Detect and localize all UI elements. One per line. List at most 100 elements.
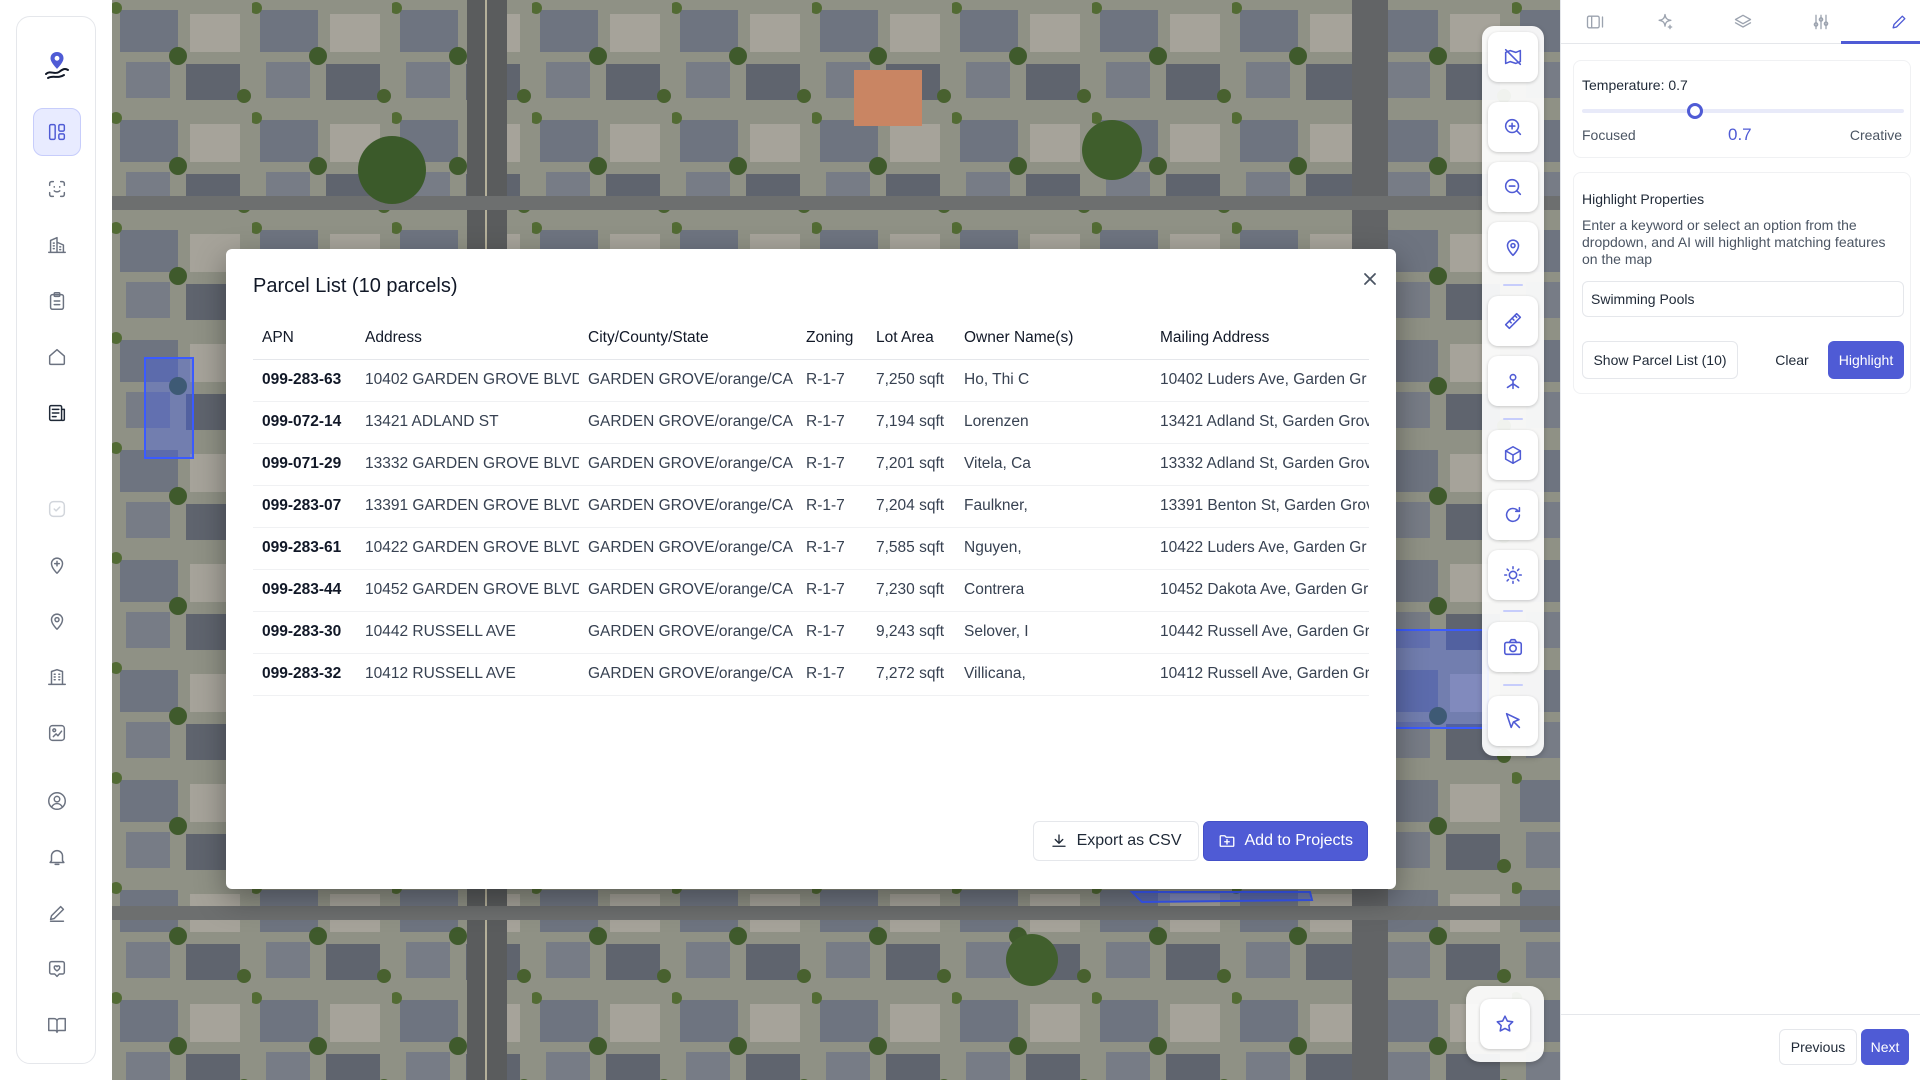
table-cell: 13421 ADLAND ST	[356, 401, 579, 444]
screenshot-button[interactable]	[1488, 622, 1538, 672]
select-button[interactable]	[1488, 696, 1538, 746]
table-cell: 10402 Luders Ave, Garden Gr	[1151, 359, 1369, 402]
favorite-toolbar	[1466, 986, 1544, 1062]
table-cell: 099-283-61	[253, 527, 356, 570]
nav-map-edit-button[interactable]	[33, 709, 81, 757]
table-cell: 7,737 sqft	[867, 695, 955, 697]
map-pin-plus-icon	[50, 557, 64, 574]
table-row[interactable]: 099-283-61 10422 GARDEN GROVE BLVD GARDEN …	[253, 527, 1369, 570]
pin-network-icon	[1506, 373, 1520, 390]
tab-draw[interactable]	[1877, 0, 1920, 44]
nav-notifications-button[interactable]	[33, 833, 81, 881]
pin-network-button[interactable]	[1488, 356, 1538, 406]
table-cell: 13332 GARDEN GROVE BLVD	[356, 443, 579, 486]
close-button[interactable]	[1357, 266, 1383, 292]
measure-button[interactable]	[1488, 296, 1538, 346]
nav-edit-button[interactable]	[33, 889, 81, 937]
3d-view-button[interactable]	[1488, 430, 1538, 480]
nav-buildings-button[interactable]	[33, 221, 81, 269]
table-cell: R-1-7	[797, 695, 867, 697]
nav-add-pin-button[interactable]	[33, 541, 81, 589]
nav-scan-button[interactable]	[33, 165, 81, 213]
table-row[interactable]: 099-283-63 10402 GARDEN GROVE BLVD GARDEN …	[253, 359, 1369, 402]
zoom-in-button[interactable]	[1488, 102, 1538, 152]
column-header: City/County/State	[579, 317, 797, 360]
highlight-description: Enter a keyword or select an option from…	[1582, 217, 1886, 267]
table-header-row: APN Address City/County/State Zoning Lot…	[253, 317, 1369, 360]
show-parcel-list-button[interactable]: Show Parcel List (10)	[1582, 341, 1738, 379]
table-cell: 7,201 sqft	[867, 443, 955, 486]
nav-clipboard-button[interactable]	[33, 277, 81, 325]
layers-off-button[interactable]	[1488, 32, 1538, 82]
toolbar-divider	[1503, 610, 1523, 612]
table-cell: 10422 Luders Ave, Garden Gr	[1151, 527, 1369, 570]
table-cell: 099-072-14	[253, 401, 356, 444]
add-to-projects-button[interactable]: Add to Projects	[1202, 821, 1368, 861]
parcel-table-container[interactable]: APN Address City/County/State Zoning Lot…	[253, 317, 1369, 697]
clear-button[interactable]: Clear	[1766, 341, 1818, 379]
table-cell: 10412 RUSSELL AVE	[356, 653, 579, 696]
nav-offices-button[interactable]	[33, 653, 81, 701]
parcel-table: APN Address City/County/State Zoning Lot…	[253, 317, 1369, 697]
temperature-slider-thumb[interactable]	[1686, 103, 1703, 119]
locate-button[interactable]	[1488, 222, 1538, 272]
table-cell: GARDEN GROVE/orange/CA	[579, 653, 797, 696]
map-off-icon	[1504, 48, 1522, 66]
table-row[interactable]: 099-072-14 13421 ADLAND ST GARDEN GROVE/or…	[253, 401, 1369, 444]
table-cell: 099-283-63	[253, 359, 356, 402]
nav-feedback-button[interactable]	[33, 945, 81, 993]
table-row[interactable]: 099-283-44 10452 GARDEN GROVE BLVD GARDEN …	[253, 569, 1369, 612]
folder-plus-icon	[1219, 835, 1234, 847]
table-cell: 10412 Russell Ave, Garden Gr	[1151, 653, 1369, 696]
highlight-button[interactable]: Highlight	[1828, 341, 1904, 379]
nav-location-button[interactable]	[33, 597, 81, 645]
table-cell: GARDEN GROVE/orange/CA	[579, 569, 797, 612]
nav-guide-button[interactable]	[33, 1001, 81, 1049]
lighting-button[interactable]	[1488, 550, 1538, 600]
table-row[interactable]: 099-293-2213372 GARDEN GROVE BLVDGARDEN …	[253, 695, 1369, 697]
export-csv-button[interactable]: Export as CSV	[1032, 821, 1199, 861]
next-button[interactable]: Next	[1861, 1029, 1909, 1065]
table-cell: 7,250 sqft	[867, 359, 955, 402]
tab-toggle-sidebar[interactable]	[1573, 0, 1617, 44]
table-cell: Villicana,	[955, 653, 1151, 696]
keyword-input[interactable]	[1582, 281, 1904, 317]
nav-dashboard-button[interactable]	[33, 108, 81, 156]
tab-ai[interactable]	[1643, 0, 1687, 44]
download-icon	[1051, 834, 1066, 847]
table-row[interactable]: 099-071-29 13332 GARDEN GROVE BLVD GARDEN …	[253, 443, 1369, 486]
nav-documents-button[interactable]	[33, 389, 81, 437]
home-icon	[48, 348, 66, 366]
table-row[interactable]: 099-283-07 13391 GARDEN GROVE BLVD GARDEN …	[253, 485, 1369, 528]
rotate-button[interactable]	[1488, 490, 1538, 540]
table-cell: 099-293-22	[253, 695, 356, 697]
nav-more-button[interactable]	[33, 1057, 81, 1063]
slider-value: 0.7	[1728, 125, 1752, 144]
previous-button[interactable]: Previous	[1779, 1029, 1857, 1065]
bell-icon	[49, 849, 65, 866]
table-cell: 10442 Russell Ave, Garden Gr	[1151, 611, 1369, 654]
tab-layers[interactable]	[1721, 0, 1765, 44]
building-icon	[48, 236, 66, 254]
nav-home-button[interactable]	[33, 333, 81, 381]
table-cell: 13421 Adland St, Garden Grov	[1151, 401, 1369, 444]
column-header: Zoning	[797, 317, 867, 360]
table-cell: GARDEN GROVE/orange/CA	[579, 611, 797, 654]
table-cell: Nguyen,	[955, 527, 1151, 570]
favorite-button[interactable]	[1480, 999, 1530, 1049]
left-nav-rail	[16, 16, 96, 1064]
ruler-icon	[1504, 312, 1522, 330]
temperature-slider[interactable]	[1582, 109, 1904, 113]
table-row[interactable]: 099-283-32 10412 RUSSELL AVE GARDEN GROVE/…	[253, 653, 1369, 696]
document-list-icon	[48, 404, 66, 422]
table-cell: Faulkner,	[955, 485, 1151, 528]
nav-profile-button[interactable]	[33, 777, 81, 825]
app-logo-icon[interactable]	[33, 41, 81, 89]
toolbar-divider	[1503, 284, 1523, 286]
add-to-projects-label: Add to Projects	[1244, 832, 1354, 849]
user-circle-icon	[48, 792, 66, 810]
table-row[interactable]: 099-283-30 10442 RUSSELL AVE GARDEN GROVE/…	[253, 611, 1369, 654]
zoom-out-button[interactable]	[1488, 162, 1538, 212]
nav-shield-button[interactable]	[33, 485, 81, 533]
tab-settings[interactable]	[1799, 0, 1843, 44]
